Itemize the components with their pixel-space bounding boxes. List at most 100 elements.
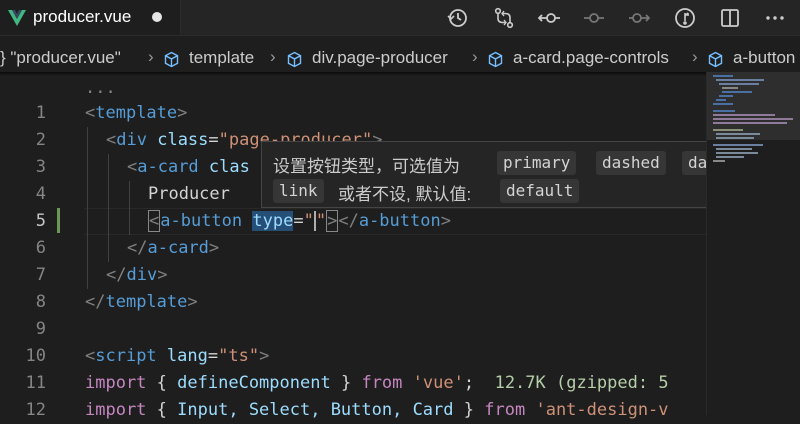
line-number: 11 <box>25 373 46 393</box>
tooltip-description: 设置按钮类型，可选值为 <box>273 157 460 176</box>
token-keyword: from <box>361 373 403 393</box>
token-string: " <box>303 211 314 231</box>
token: > <box>440 211 451 231</box>
breadcrumb-separator: › <box>148 47 154 66</box>
minimap-line <box>713 129 743 131</box>
breadcrumb-separator: › <box>692 47 698 66</box>
token-tag: div <box>116 130 147 150</box>
token: > <box>208 238 220 258</box>
code-line-1: <template> <box>85 100 187 127</box>
breadcrumb-a-button[interactable]: a-button <box>733 48 795 68</box>
indent-guide <box>129 181 130 235</box>
breadcrumb-file[interactable]: } "producer.vue" <box>0 48 121 68</box>
import-cost-hint: 12.7K (gzipped: 5 <box>494 373 669 393</box>
token: = <box>207 346 219 366</box>
cube-icon <box>707 51 724 68</box>
minimap[interactable] <box>706 72 800 415</box>
breadcrumb-template[interactable]: template <box>189 48 254 68</box>
breadcrumb-div[interactable]: div.page-producer <box>312 48 448 68</box>
line-number: 12 <box>25 400 46 420</box>
token: { <box>156 373 167 393</box>
token: > <box>187 292 198 312</box>
token-string: 'ant-design-v <box>535 400 669 420</box>
minimap-line <box>713 122 787 124</box>
minimap-line <box>713 160 725 162</box>
line-number: 4 <box>35 184 46 204</box>
token-keyword: import <box>85 400 147 420</box>
line-number: 10 <box>25 346 46 366</box>
breadcrumb-separator: › <box>270 47 276 66</box>
indent-guide <box>87 127 88 289</box>
line-number: 6 <box>35 238 46 258</box>
code-line-10: <script lang="ts"> <box>85 343 269 370</box>
token-tag: a-card <box>147 238 209 258</box>
line-number: 2 <box>35 130 46 150</box>
tooltip-option-chip: link <box>273 179 324 203</box>
minimap-line <box>716 156 744 158</box>
compare-changes-icon[interactable] <box>493 7 515 29</box>
token-string: "ts" <box>218 346 260 366</box>
minimap-line <box>719 83 759 85</box>
breadcrumb-separator: › <box>472 47 478 66</box>
line-number: 1 <box>35 103 46 123</box>
history-icon[interactable] <box>447 7 469 29</box>
code-line-6: </a-card> <box>127 235 219 262</box>
token-identifier: Input, Select, Button, Card <box>177 400 454 420</box>
token-keyword: import <box>85 373 147 393</box>
token-tag: div <box>126 265 158 285</box>
token: </ <box>85 292 106 312</box>
editor-actions <box>440 0 800 35</box>
indent-guide <box>108 154 109 262</box>
token: < <box>85 103 96 123</box>
open-changes-icon[interactable] <box>628 7 651 29</box>
token-tag: template <box>95 103 178 123</box>
token-tag: template <box>105 292 188 312</box>
source-control-icon[interactable] <box>674 7 696 29</box>
token: = <box>208 130 219 150</box>
fold-ellipsis[interactable]: ... <box>85 75 116 102</box>
minimap-line <box>716 133 760 135</box>
cube-icon <box>163 51 180 68</box>
minimap-line <box>716 137 754 139</box>
token-attr: type <box>252 211 294 231</box>
hover-tooltip: 设置按钮类型，可选值为 primary dashed danger link 或… <box>261 141 775 208</box>
cube-icon <box>286 51 303 68</box>
code-line-8: </template> <box>85 289 198 316</box>
token: > <box>259 346 270 366</box>
go-forward-icon[interactable] <box>583 7 605 29</box>
modified-line-indicator[interactable] <box>57 208 60 233</box>
token-attr: lang <box>166 346 208 366</box>
token-tag: a-button <box>358 211 441 231</box>
token-keyword: from <box>484 400 526 420</box>
more-actions-icon[interactable] <box>764 7 786 29</box>
tab-title: producer.vue <box>33 7 132 26</box>
token: < <box>127 157 138 177</box>
code-line-5[interactable]: <a-button type=" "></a-button> <box>148 208 451 235</box>
token-tag: script <box>95 346 157 366</box>
code-line-7: </div> <box>106 262 167 289</box>
unsaved-dot-icon[interactable] <box>152 12 162 22</box>
go-back-icon[interactable] <box>537 7 560 29</box>
token-attr: clas <box>208 157 250 177</box>
token: </ <box>127 238 148 258</box>
line-number-active: 5 <box>35 211 46 231</box>
breadcrumb-a-card[interactable]: a-card.page-controls <box>513 48 669 68</box>
code-line-12: import { Input, Select, Button, Card } f… <box>85 397 669 424</box>
split-editor-icon[interactable] <box>719 7 741 29</box>
minimap-line <box>713 110 735 112</box>
line-number: 9 <box>35 319 46 339</box>
minimap-line <box>716 99 726 101</box>
token: < <box>106 130 117 150</box>
minimap-line <box>722 87 738 89</box>
minimap-line <box>722 91 752 93</box>
tab-producer-vue[interactable]: producer.vue <box>0 0 181 35</box>
code-line-4: Producer <box>148 181 230 208</box>
cube-icon <box>487 51 504 68</box>
token-string: 'vue' <box>412 373 464 393</box>
tooltip-option-chip: primary <box>497 151 577 175</box>
tooltip-default-chip: default <box>500 179 580 203</box>
token: > <box>326 210 339 232</box>
minimap-line <box>716 79 764 81</box>
token: < <box>148 210 161 232</box>
token: > <box>157 265 168 285</box>
